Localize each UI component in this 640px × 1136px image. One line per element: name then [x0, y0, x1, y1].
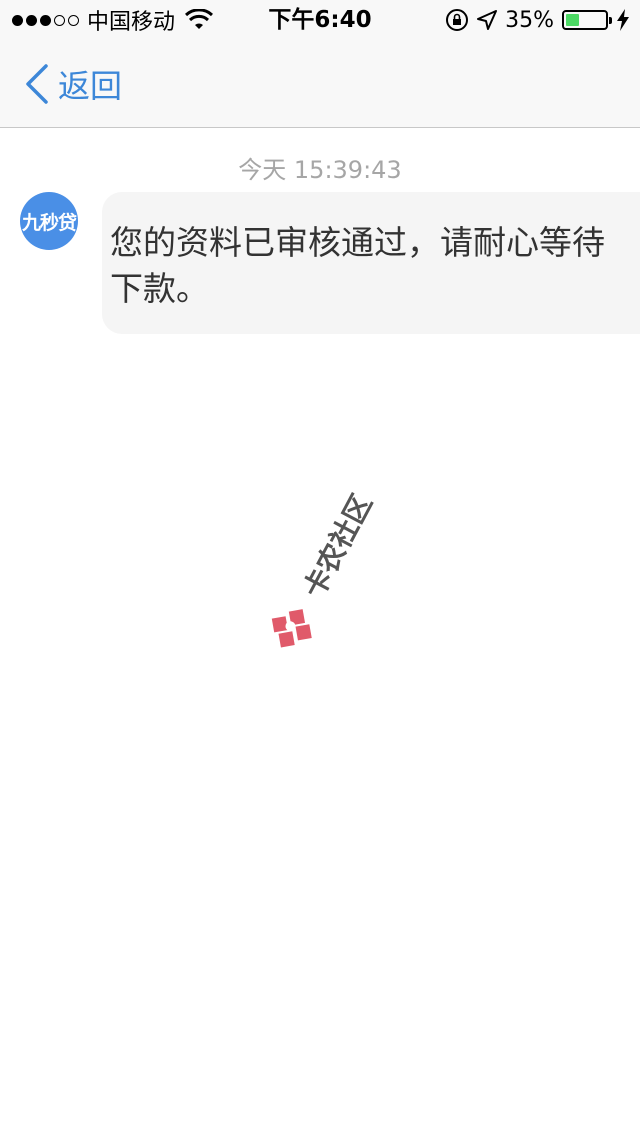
location-arrow-icon [477, 10, 498, 30]
watermark-logo: 卡农社区 [271, 489, 379, 648]
chevron-left-icon [26, 64, 48, 104]
watermark-text: 卡农社区 [297, 489, 379, 603]
back-label: 返回 [58, 67, 123, 105]
navigation-bar: 返回 [0, 40, 640, 128]
avatar-logo-text: 九秒贷 [21, 211, 77, 234]
back-button[interactable]: 返回 [24, 60, 122, 108]
status-bar: 中国移动 下午6:40 35% [0, 0, 640, 40]
avatar[interactable]: 九秒贷 [20, 192, 78, 250]
status-right: 35% [445, 4, 630, 36]
battery-percent: 35% [505, 7, 554, 33]
message-timestamp: 今天 15:39:43 [238, 156, 402, 184]
rotation-lock-icon [446, 9, 469, 31]
message-bubble[interactable]: 您的资料已审核通过，请耐心等待下款。 [102, 192, 640, 334]
battery-icon [562, 10, 612, 30]
message-text: 您的资料已审核通过，请耐心等待下款。 [110, 223, 605, 308]
charging-bolt-icon [617, 9, 629, 31]
battery-fill [566, 14, 580, 26]
